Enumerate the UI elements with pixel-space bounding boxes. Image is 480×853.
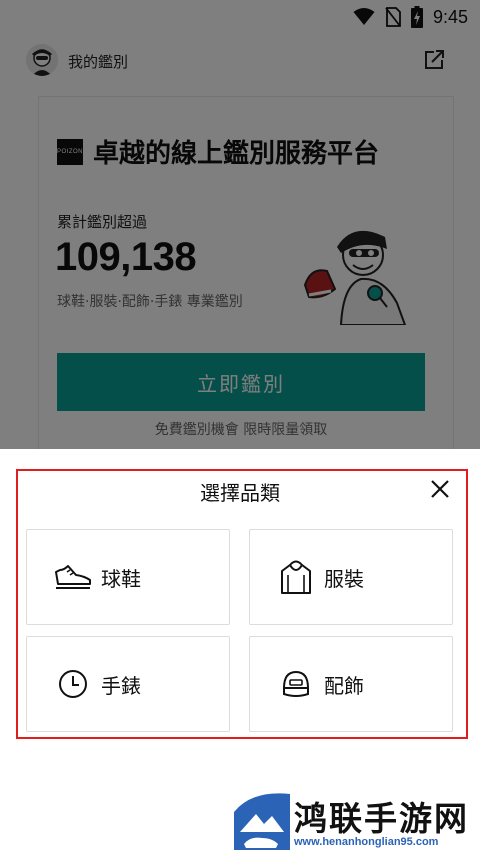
sneaker-icon [53, 557, 93, 597]
sheet-title: 選擇品類 [200, 481, 280, 505]
watermark-title: 鸿联手游网 [294, 799, 469, 838]
cap-icon [276, 664, 316, 704]
hoodie-icon [276, 557, 316, 597]
category-accessories-button[interactable]: 配飾 [249, 636, 453, 732]
category-sneakers-button[interactable]: 球鞋 [26, 529, 230, 625]
category-label: 服裝 [324, 566, 364, 591]
watermark-logo [234, 793, 290, 850]
modal-backdrop[interactable] [0, 0, 480, 449]
category-label: 手錶 [101, 673, 141, 698]
category-label: 配飾 [324, 673, 364, 698]
watermark: 鸿联手游网 www.henanhonglian95.com [232, 790, 480, 853]
watermark-url: www.henanhonglian95.com [294, 836, 439, 848]
category-label: 球鞋 [101, 566, 141, 591]
close-icon[interactable] [428, 477, 452, 501]
clock-icon [53, 664, 93, 704]
category-apparel-button[interactable]: 服裝 [249, 529, 453, 625]
category-watches-button[interactable]: 手錶 [26, 636, 230, 732]
